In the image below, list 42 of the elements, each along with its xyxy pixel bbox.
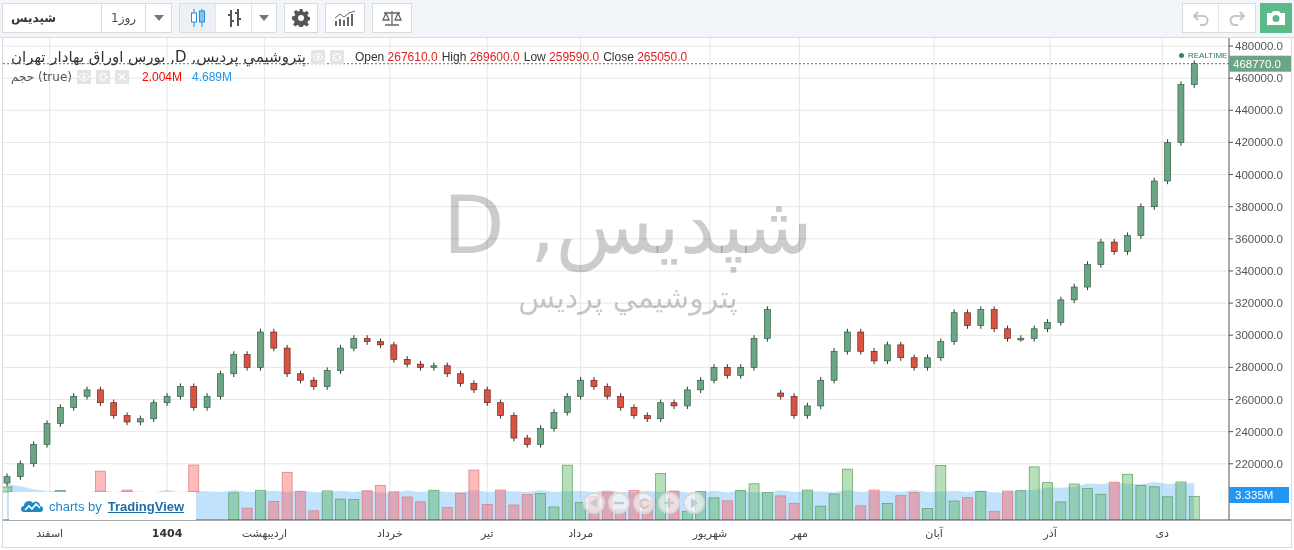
chart-title: پتروشيمي پرديس, D, بورس اوراق بهادار تهران [11, 48, 306, 66]
price-label: 260000.0 [1235, 393, 1283, 406]
price-label: 440000.0 [1235, 104, 1283, 117]
price-label: 420000.0 [1235, 136, 1283, 149]
ohlc-reading: High 269600.0 [441, 50, 520, 64]
volume-value: 2.004M [141, 70, 182, 84]
time-label: آبان [925, 527, 943, 540]
time-label: اسفند [36, 527, 64, 540]
brand-link[interactable]: TradingView [107, 498, 185, 514]
ohlc-reading: Open 267610.0 [354, 50, 438, 64]
logo-badge[interactable]: charts by TradingView [9, 492, 197, 520]
price-label: 380000.0 [1235, 200, 1283, 213]
time-label: 1404 [151, 527, 183, 540]
time-label: آذر [1043, 527, 1057, 540]
volume-title: حجم (true) [11, 70, 72, 84]
symbol-field[interactable]: شپديس [2, 3, 102, 33]
last-price-tag: 468770.0 [1229, 55, 1291, 72]
logo-text: charts by [49, 498, 102, 514]
interval-button[interactable]: 1روز [102, 3, 146, 33]
time-label: شهريور [692, 527, 728, 540]
price-label: 220000.0 [1235, 457, 1283, 470]
price-label: 300000.0 [1235, 329, 1283, 342]
price-label: 320000.0 [1235, 297, 1283, 310]
volume-tag: 3.335M [1229, 487, 1289, 503]
time-label: تير [481, 527, 494, 540]
time-label: مرداد [568, 527, 594, 540]
price-label: 400000.0 [1235, 168, 1283, 181]
volume-value: 4.689M [192, 70, 233, 84]
realtime-label: REALTIME [1188, 51, 1228, 60]
watermark-name: پتروشيمي پرديس [518, 279, 738, 317]
price-label: 340000.0 [1235, 264, 1283, 277]
price-label: 460000.0 [1235, 72, 1283, 85]
ohlc-reading: Close 265050.0 [603, 50, 688, 64]
price-label: 480000.0 [1235, 40, 1283, 53]
time-label: دی [1155, 527, 1169, 540]
ohlc-reading: Low 259590.0 [523, 50, 600, 64]
time-label: خرداد [377, 527, 403, 540]
time-label: مهر [790, 527, 808, 540]
price-label: 360000.0 [1235, 232, 1283, 245]
time-label: ارديبهشت [241, 527, 288, 540]
price-label: 240000.0 [1235, 425, 1283, 438]
price-label: 280000.0 [1235, 361, 1283, 374]
